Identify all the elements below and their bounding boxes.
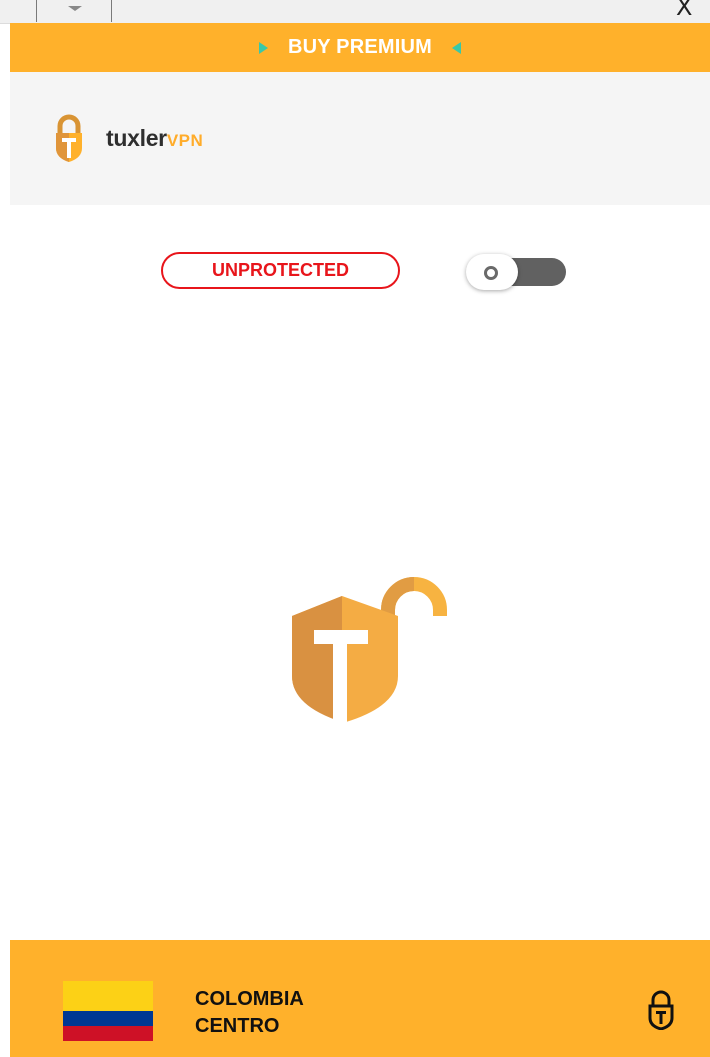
- window-titlebar: X: [0, 0, 710, 24]
- brand-name: tuxler: [106, 125, 167, 151]
- app-header: tuxlerVPN: [10, 72, 710, 205]
- colombia-flag-icon: [63, 981, 153, 1041]
- unlocked-shield-icon[interactable]: [288, 566, 448, 731]
- vpn-toggle[interactable]: [466, 254, 568, 292]
- chevron-down-icon: [68, 6, 82, 11]
- status-badge: UNPROTECTED: [161, 252, 400, 289]
- window-menu-button[interactable]: [36, 0, 112, 22]
- close-button[interactable]: X: [676, 0, 692, 20]
- arrow-left-icon: [452, 41, 462, 54]
- arrow-right-icon: [258, 41, 268, 54]
- location-bar[interactable]: COLOMBIA CENTRO: [10, 940, 710, 1057]
- brand-suffix: VPN: [166, 131, 204, 150]
- buy-premium-banner[interactable]: BUY PREMIUM: [10, 23, 710, 72]
- ring-icon: [484, 266, 498, 280]
- toggle-knob: [466, 254, 518, 290]
- lock-icon[interactable]: [648, 990, 674, 1035]
- lock-shield-icon: [54, 114, 84, 167]
- buy-premium-label: BUY PREMIUM: [287, 36, 433, 58]
- location-region: CENTRO: [195, 1015, 280, 1037]
- brand-logo: tuxlerVPN: [106, 125, 203, 152]
- location-country: COLOMBIA: [195, 988, 304, 1010]
